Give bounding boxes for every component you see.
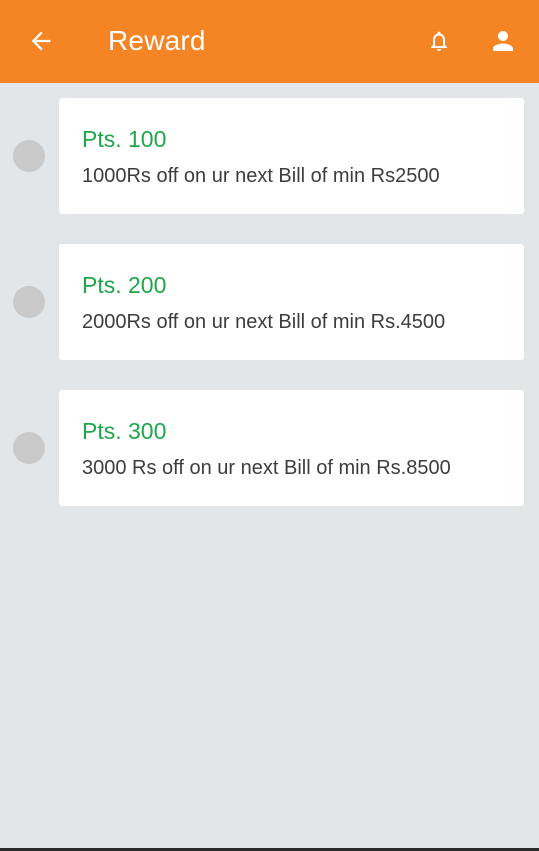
- page-title: Reward: [108, 25, 206, 56]
- reward-row: Pts. 200 2000Rs off on ur next Bill of m…: [0, 244, 539, 390]
- person-icon: [493, 31, 513, 51]
- reward-points: Pts. 200: [82, 272, 167, 298]
- app-bar: Reward: [0, 0, 539, 83]
- reward-card[interactable]: Pts. 200 2000Rs off on ur next Bill of m…: [59, 244, 524, 360]
- reward-row: Pts. 300 3000 Rs off on ur next Bill of …: [0, 390, 539, 536]
- reward-radio[interactable]: [13, 432, 45, 464]
- reward-row: Pts. 100 1000Rs off on ur next Bill of m…: [0, 98, 539, 244]
- reward-card[interactable]: Pts. 300 3000 Rs off on ur next Bill of …: [59, 390, 524, 506]
- profile-button[interactable]: [486, 24, 520, 58]
- reward-description: 2000Rs off on ur next Bill of min Rs.450…: [82, 311, 446, 333]
- reward-points: Pts. 300: [82, 418, 167, 444]
- arrow-left-icon: [31, 31, 51, 51]
- reward-radio[interactable]: [13, 140, 45, 172]
- notifications-button[interactable]: [422, 24, 456, 58]
- reward-description: 1000Rs off on ur next Bill of min Rs2500: [82, 165, 440, 187]
- reward-description: 3000 Rs off on ur next Bill of min Rs.85…: [82, 457, 451, 479]
- reward-radio[interactable]: [13, 286, 45, 318]
- bell-icon: [431, 31, 447, 51]
- reward-card[interactable]: Pts. 100 1000Rs off on ur next Bill of m…: [59, 98, 524, 214]
- reward-points: Pts. 100: [82, 126, 167, 152]
- back-button[interactable]: [24, 24, 58, 58]
- reward-list: Pts. 100 1000Rs off on ur next Bill of m…: [0, 98, 539, 536]
